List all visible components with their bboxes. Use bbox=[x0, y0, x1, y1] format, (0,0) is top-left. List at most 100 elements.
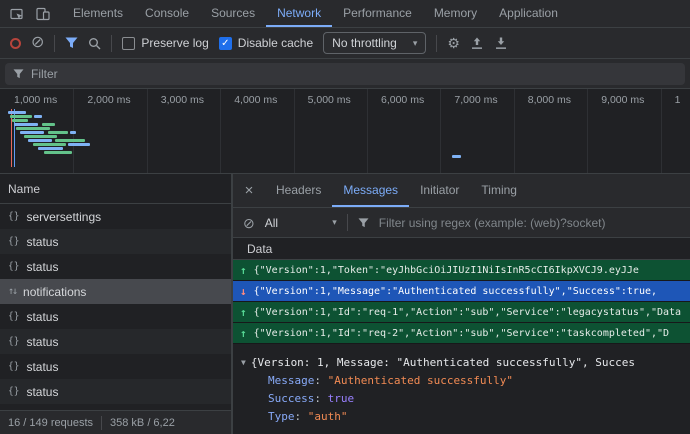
waterfall-bar bbox=[20, 131, 44, 134]
request-row[interactable]: {}status bbox=[0, 354, 231, 379]
funnel-icon bbox=[358, 218, 369, 228]
network-conditions-icon[interactable]: ⚙ bbox=[447, 36, 460, 50]
tab-console[interactable]: Console bbox=[134, 0, 200, 27]
property-colon: : bbox=[314, 392, 327, 405]
waterfall-bar bbox=[10, 115, 32, 118]
toolbar-divider bbox=[347, 214, 348, 231]
message-type-select[interactable]: All ▾ bbox=[265, 216, 337, 230]
websocket-icon: ↑↓ bbox=[8, 286, 16, 297]
timeline-label: 4,000 ms bbox=[234, 94, 277, 106]
arrow-up-icon: ↑ bbox=[240, 264, 247, 277]
property-colon: : bbox=[295, 410, 308, 423]
timeline-gridline bbox=[147, 89, 148, 173]
tab-application[interactable]: Application bbox=[488, 0, 569, 27]
arrow-up-icon: ↑ bbox=[240, 306, 247, 319]
request-row[interactable]: {}status bbox=[0, 254, 231, 279]
request-row[interactable]: ↑↓ notifications bbox=[0, 279, 231, 304]
name-column-header[interactable]: Name bbox=[0, 174, 231, 204]
tree-property: Success: true bbox=[241, 389, 690, 407]
json-icon: {} bbox=[8, 336, 19, 347]
device-toolbar-icon[interactable] bbox=[36, 7, 50, 21]
timeline-label: 6,000 ms bbox=[381, 94, 424, 106]
waterfall-bar bbox=[8, 111, 26, 114]
disable-cache-control[interactable]: ✓ Disable cache bbox=[219, 36, 313, 50]
message-row[interactable]: ↑{"Version":1,"Id":"req-2","Action":"sub… bbox=[233, 323, 690, 344]
network-filter-input[interactable]: Filter bbox=[5, 63, 685, 85]
request-row[interactable]: {}serversettings bbox=[0, 204, 231, 229]
message-text: {"Version":1,"Id":"req-1","Action":"sub"… bbox=[254, 307, 681, 318]
timeline-gridline bbox=[440, 89, 441, 173]
main-tab-strip: ElementsConsoleSourcesNetworkPerformance… bbox=[62, 0, 569, 27]
message-filter-bar: ⊘ All ▾ Filter using regex (example: (we… bbox=[233, 208, 690, 238]
property-key: Message bbox=[268, 374, 314, 387]
timeline-label: 1 bbox=[675, 94, 681, 106]
tab-memory[interactable]: Memory bbox=[423, 0, 488, 27]
export-har-icon[interactable] bbox=[494, 37, 508, 50]
throttling-select[interactable]: No throttling ▾ bbox=[323, 32, 426, 54]
detail-tab-bar: × HeadersMessagesInitiatorTiming bbox=[233, 174, 690, 208]
preview-summary: {Version: 1, Message: "Authenticated suc… bbox=[251, 356, 635, 369]
timeline-gridline bbox=[587, 89, 588, 173]
timeline-label: 2,000 ms bbox=[87, 94, 130, 106]
record-network-log-button[interactable] bbox=[10, 38, 21, 49]
waterfall-bar bbox=[44, 151, 72, 154]
network-summary-bar: 16 / 149 requests 358 kB / 6,22 bbox=[0, 410, 231, 434]
timeline-gridline bbox=[294, 89, 295, 173]
timeline-canvas[interactable]: 1,000 ms2,000 ms3,000 ms4,000 ms5,000 ms… bbox=[0, 89, 690, 174]
regex-filter-input[interactable]: Filter using regex (example: (web)?socke… bbox=[379, 216, 606, 230]
request-name: notifications bbox=[23, 285, 86, 299]
funnel-icon bbox=[13, 69, 24, 79]
detail-tab-messages[interactable]: Messages bbox=[332, 174, 409, 207]
message-text: {"Version":1,"Id":"req-2","Action":"sub"… bbox=[254, 328, 669, 339]
waterfall-bar bbox=[28, 139, 52, 142]
preserve-log-checkbox[interactable] bbox=[122, 37, 135, 50]
detail-tab-headers[interactable]: Headers bbox=[265, 174, 332, 207]
detail-tab-initiator[interactable]: Initiator bbox=[409, 174, 470, 207]
filter-toggle-icon[interactable] bbox=[65, 37, 78, 49]
close-icon[interactable]: × bbox=[233, 174, 265, 207]
inspect-element-icon[interactable] bbox=[10, 7, 24, 21]
detail-tab-timing[interactable]: Timing bbox=[470, 174, 528, 207]
devtools-tab-bar: ElementsConsoleSourcesNetworkPerformance… bbox=[0, 0, 690, 28]
request-name: status bbox=[26, 360, 58, 374]
preview-root[interactable]: ▼ {Version: 1, Message: "Authenticated s… bbox=[241, 353, 690, 371]
waterfall-bar bbox=[34, 115, 42, 118]
request-row[interactable]: {}status bbox=[0, 329, 231, 354]
waterfall-bar bbox=[70, 131, 76, 134]
request-panel: Name {}serversettings{}status{}status↑↓n… bbox=[0, 174, 232, 434]
tab-elements[interactable]: Elements bbox=[62, 0, 134, 27]
chevron-down-icon: ▾ bbox=[413, 38, 418, 49]
message-row[interactable]: ↑ {"Version":1,"Id":"req-1","Action":"sub… bbox=[233, 302, 690, 323]
tab-network[interactable]: Network bbox=[266, 0, 332, 27]
preserve-log-label: Preserve log bbox=[141, 36, 208, 50]
disable-cache-checkbox[interactable]: ✓ bbox=[219, 37, 232, 50]
request-name: status bbox=[26, 310, 58, 324]
devtools-toolbar-icons bbox=[0, 0, 62, 27]
clear-network-log-icon[interactable]: ⊘ bbox=[31, 35, 44, 51]
request-name: status bbox=[26, 385, 58, 399]
waterfall-bar bbox=[14, 123, 38, 126]
expand-arrow-icon[interactable]: ▼ bbox=[241, 358, 246, 367]
data-column-label: Data bbox=[247, 242, 272, 256]
tab-performance[interactable]: Performance bbox=[332, 0, 423, 27]
import-har-icon[interactable] bbox=[470, 37, 484, 50]
request-name: serversettings bbox=[26, 210, 101, 224]
request-row[interactable]: {}status bbox=[0, 379, 231, 404]
property-value: "Authenticated successfully" bbox=[328, 374, 513, 387]
timeline-label: 7,000 ms bbox=[454, 94, 497, 106]
tab-sources[interactable]: Sources bbox=[200, 0, 266, 27]
request-row[interactable]: {}status bbox=[0, 304, 231, 329]
message-row[interactable]: ↓{"Version":1,"Message":"Authenticated s… bbox=[233, 281, 690, 302]
tree-property: Type: "auth" bbox=[241, 407, 690, 425]
waterfall-bar bbox=[24, 135, 57, 138]
preserve-log-control[interactable]: Preserve log bbox=[122, 36, 208, 50]
clear-messages-icon[interactable]: ⊘ bbox=[243, 216, 255, 230]
waterfall-bar bbox=[16, 127, 50, 130]
timeline-gridline bbox=[220, 89, 221, 173]
search-icon[interactable] bbox=[88, 37, 101, 50]
toolbar-divider bbox=[54, 35, 55, 52]
request-row[interactable]: {}status bbox=[0, 229, 231, 254]
timeline-gridline bbox=[514, 89, 515, 173]
data-column-header[interactable]: Data bbox=[233, 238, 690, 260]
message-row[interactable]: ↑{"Version":1,"Token":"eyJhbGciOiJIUzI1N… bbox=[233, 260, 690, 281]
